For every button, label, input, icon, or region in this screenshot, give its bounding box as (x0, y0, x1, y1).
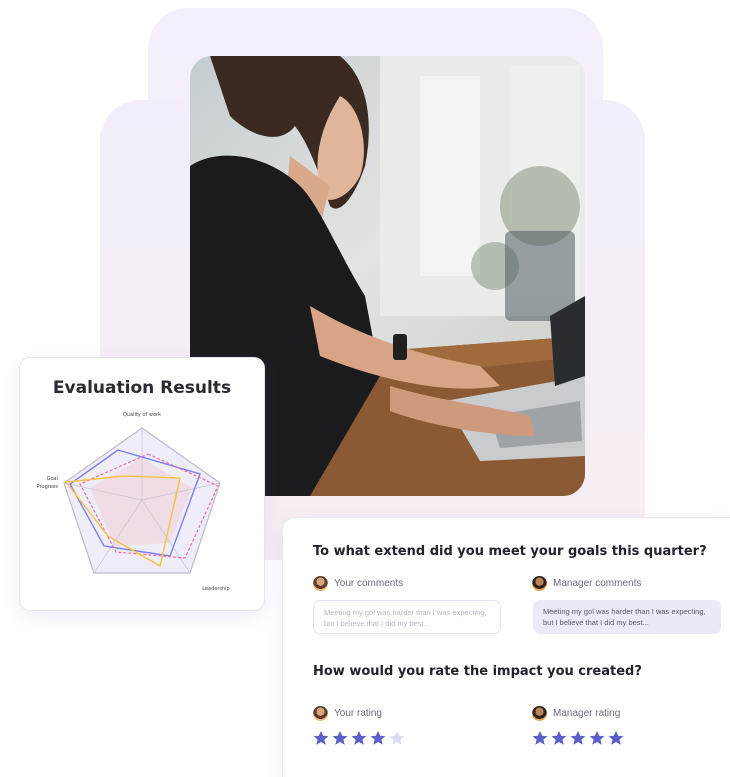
your-star-rating[interactable] (313, 730, 405, 746)
axis-label-goal-line1: Goal (47, 476, 58, 482)
manager-comment-field: Meeting my gol was harder than I was exp… (533, 600, 721, 634)
star-filled-icon (532, 731, 548, 745)
axis-label-quality: Quality of work (123, 412, 161, 418)
manager-star-rating (532, 730, 624, 746)
manager-comments-header: Manager comments (532, 576, 641, 591)
star-filled-icon (589, 731, 605, 745)
star-filled-icon (551, 731, 567, 745)
question-1-title: To what extend did you meet your goals t… (313, 544, 707, 559)
your-comments-header: Your comments (313, 576, 403, 591)
axis-label-goal-line2: Progress (37, 484, 59, 490)
star-filled-icon[interactable] (332, 730, 348, 746)
manager-rating-header: Manager rating (532, 706, 620, 721)
star-filled-icon (608, 731, 624, 745)
manager-comments-label: Manager comments (553, 578, 642, 589)
star-filled-icon[interactable] (370, 730, 386, 746)
your-rating-label: Your rating (334, 708, 382, 719)
user-avatar (313, 706, 328, 721)
star-filled-icon[interactable] (313, 730, 329, 746)
star-empty-icon[interactable] (389, 730, 405, 746)
question-2-title: How would you rate the impact you create… (313, 664, 642, 679)
radar-chart: Quality of work Goal Progress Leadership (37, 412, 230, 592)
evaluation-results-card: Evaluation Results Quality of work Goal … (20, 358, 264, 610)
your-comments-label: Your comments (334, 578, 404, 589)
user-avatar (313, 576, 328, 591)
axis-label-leadership: Leadership (202, 586, 229, 592)
review-questions-card: To what extend did you meet your goals t… (283, 518, 730, 777)
your-rating-header: Your rating (313, 706, 382, 721)
your-comment-field[interactable]: Meeting my gol was harder than I was exp… (313, 600, 501, 634)
manager-rating-label: Manager rating (553, 708, 621, 719)
star-filled-icon (570, 731, 586, 745)
manager-avatar (532, 706, 547, 721)
manager-avatar (532, 576, 547, 591)
star-filled-icon[interactable] (351, 730, 367, 746)
